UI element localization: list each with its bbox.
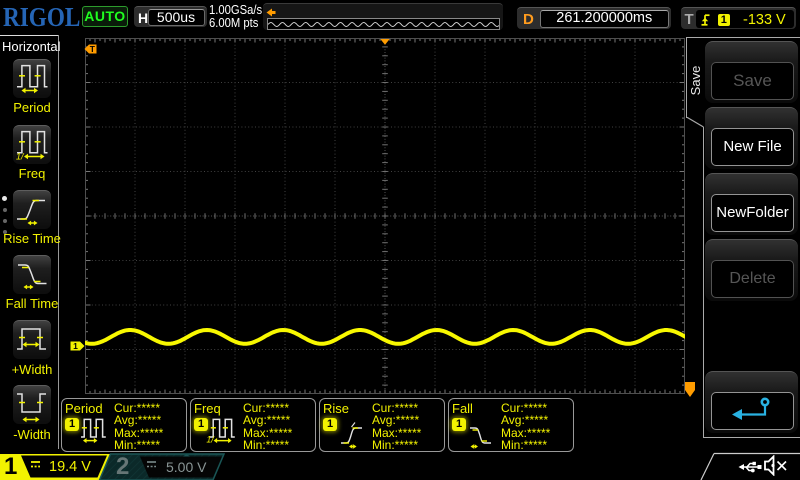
svg-text:1/: 1/ [16, 152, 25, 162]
svg-text:1: 1 [73, 341, 78, 351]
svg-text:T: T [90, 44, 96, 54]
